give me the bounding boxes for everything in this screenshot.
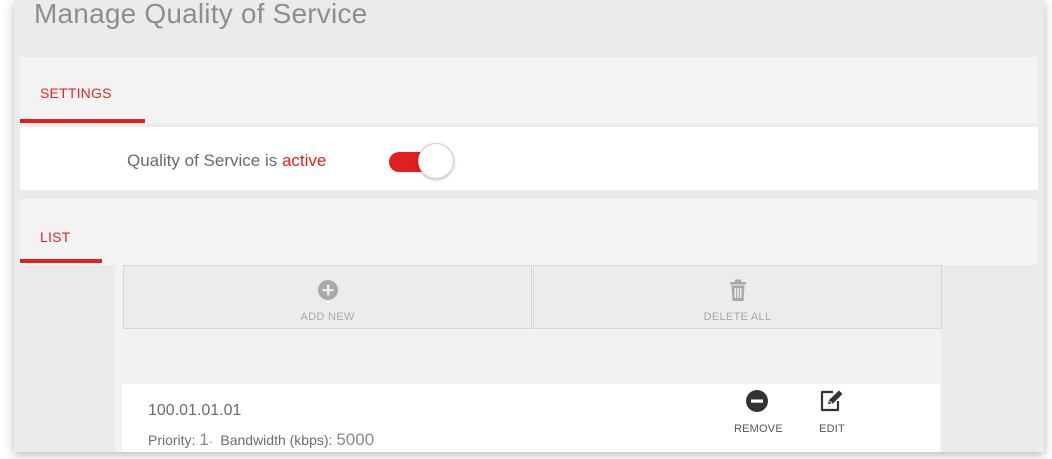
priority-separator: - xyxy=(208,436,213,448)
page-title: Manage Quality of Service xyxy=(34,0,368,29)
delete-all-label: DELETE ALL xyxy=(703,311,772,323)
tab-list-underline xyxy=(20,259,102,263)
bandwidth-label: Bandwidth (kbps): xyxy=(220,432,333,448)
add-new-button[interactable]: ADD NEW xyxy=(123,265,532,329)
entry-meta: Priority: 1- Bandwidth (kbps): 5000 xyxy=(148,430,374,450)
remove-label: REMOVE xyxy=(734,423,783,435)
edit-icon xyxy=(820,390,843,412)
bandwidth-value: 5000 xyxy=(336,430,375,449)
tab-list[interactable]: LIST xyxy=(40,229,70,245)
tab-settings-underline xyxy=(20,119,145,123)
list-section-header: LIST xyxy=(20,199,1038,265)
toggle-knob xyxy=(418,143,454,179)
delete-all-button[interactable]: DELETE ALL xyxy=(533,265,942,329)
qos-toggle[interactable] xyxy=(385,143,459,179)
qos-entry-card: 100.01.01.01 Priority: 1- Bandwidth (kbp… xyxy=(122,384,940,452)
add-new-label: ADD NEW xyxy=(300,311,355,323)
qos-status-text: Quality of Service is active xyxy=(127,151,326,171)
edit-button[interactable]: EDIT xyxy=(811,389,853,435)
qos-panel: Manage Quality of Service SETTINGS Quali… xyxy=(14,0,1044,452)
plus-circle-icon xyxy=(317,280,338,300)
qos-status-prefix: Quality of Service is xyxy=(127,151,282,170)
priority-value: 1 xyxy=(199,430,209,449)
settings-card: Quality of Service is active xyxy=(20,127,1038,190)
qos-status-value: active xyxy=(281,151,327,170)
entry-ip-address: 100.01.01.01 xyxy=(148,402,242,419)
edit-label: EDIT xyxy=(819,423,845,435)
tab-settings[interactable]: SETTINGS xyxy=(40,85,112,101)
trash-icon xyxy=(729,279,746,301)
settings-section-header: SETTINGS xyxy=(20,57,1038,123)
minus-circle-icon xyxy=(746,390,768,412)
remove-button[interactable]: REMOVE xyxy=(734,389,783,435)
priority-label: Priority: xyxy=(148,432,196,448)
